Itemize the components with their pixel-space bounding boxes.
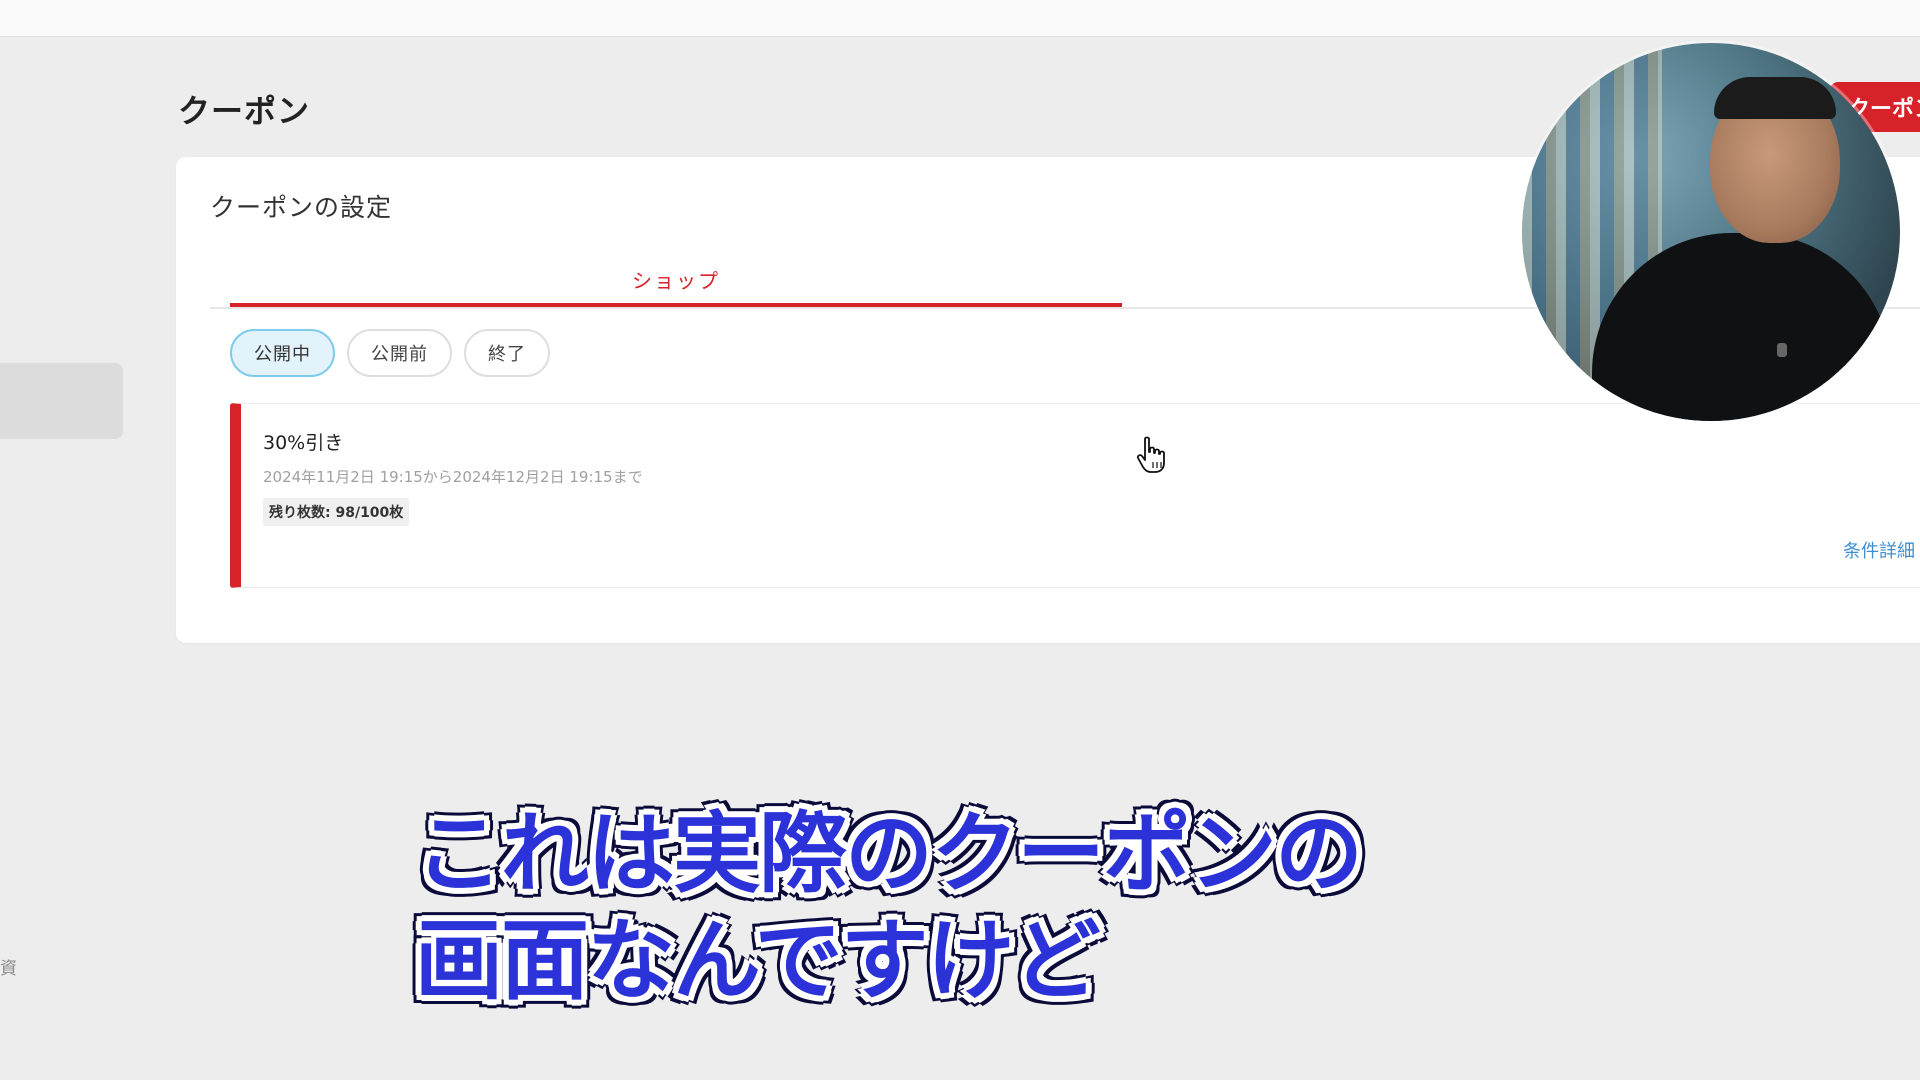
card-title: クーポンの設定 [210, 193, 393, 222]
coupon-remaining-badge: 残り枚数: 98/100枚 [263, 498, 410, 526]
hand-pointer-icon [1136, 436, 1165, 473]
sidebar-partial-label[interactable]: 資 [0, 954, 17, 979]
coupon-name: 30%引き [263, 432, 344, 454]
subtitle-line-2: 画面なんですけど [415, 909, 1101, 1013]
coupon-detail-link[interactable]: 条件詳細 [1843, 537, 1915, 563]
video-subtitle: これは実際のクーポンの 画面なんですけど [415, 800, 1363, 1015]
top-bar [0, 0, 1920, 37]
coupon-list-item[interactable]: 30%引き 2024年11月2日 19:15から2024年12月2日 19:15… [230, 403, 1920, 588]
lapel-mic-icon [1777, 343, 1787, 357]
sidebar-selected-item[interactable] [0, 363, 123, 439]
status-filter-group: 公開中 公開前 終了 [230, 329, 550, 377]
filter-published[interactable]: 公開中 [230, 329, 335, 377]
webcam-overlay [1522, 43, 1900, 421]
subtitle-line-1: これは実際のクーポンの [415, 802, 1363, 905]
tab-shop[interactable]: ショップ [230, 257, 1122, 307]
coupon-period: 2024年11月2日 19:15から2024年12月2日 19:15まで [263, 468, 643, 486]
filter-before-publish[interactable]: 公開前 [347, 329, 452, 377]
page-title: クーポン [178, 92, 311, 130]
presenter-hair [1714, 77, 1836, 119]
filter-ended[interactable]: 終了 [464, 329, 550, 377]
